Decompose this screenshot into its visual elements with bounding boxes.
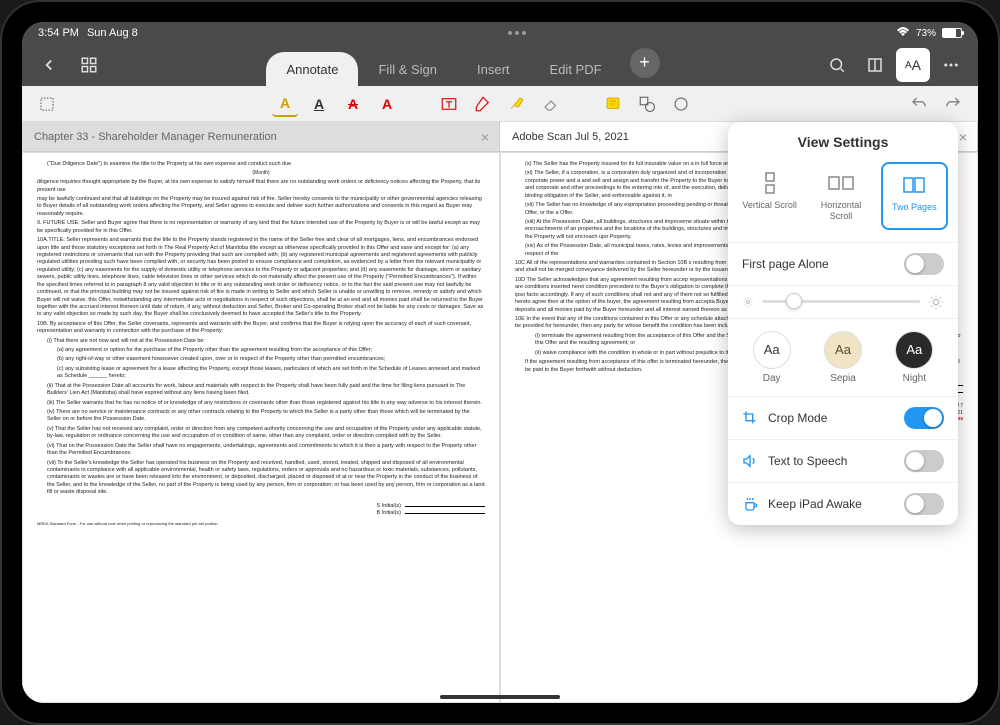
page-left[interactable]: ("Due Diligence Date") to examine the ti…	[22, 152, 500, 703]
bookmark-icon[interactable]	[858, 48, 892, 82]
textbox-icon[interactable]	[436, 91, 462, 117]
status-date: Sun Aug 8	[87, 27, 138, 39]
brightness-low-icon	[742, 296, 754, 308]
shape-icon[interactable]	[634, 91, 660, 117]
doc-tab-right-label: Adobe Scan Jul 5, 2021	[512, 131, 629, 143]
tab-fillsign[interactable]: Fill & Sign	[358, 52, 457, 87]
pen-icon[interactable]	[470, 91, 496, 117]
first-page-alone-label: First page Alone	[742, 257, 829, 271]
two-pages-option[interactable]: Two Pages	[881, 162, 948, 230]
theme-day[interactable]: Aa Day	[753, 331, 791, 384]
tab-insert[interactable]: Insert	[457, 52, 530, 87]
crop-mode-label: Crop Mode	[768, 411, 827, 425]
home-indicator[interactable]	[440, 695, 560, 699]
crop-mode-toggle[interactable]	[904, 407, 944, 429]
more-icon[interactable]	[934, 48, 968, 82]
squiggly-text-icon[interactable]: A	[374, 91, 400, 117]
tab-annotate[interactable]: Annotate	[266, 52, 358, 87]
wifi-icon	[896, 27, 910, 40]
doc-tab-left[interactable]: Chapter 33 - Shareholder Manager Remuner…	[22, 122, 500, 151]
theme-night[interactable]: Aa Night	[895, 331, 933, 384]
app-bar: Annotate Fill & Sign Insert Edit PDF + A…	[22, 44, 978, 86]
brightness-slider[interactable]	[762, 300, 920, 303]
vertical-scroll-option[interactable]: Vertical Scroll	[738, 162, 801, 230]
close-icon[interactable]: ×	[481, 129, 489, 145]
speaker-icon	[742, 453, 758, 469]
add-tab-button[interactable]: +	[630, 48, 660, 78]
underline-text-icon[interactable]: A	[306, 91, 332, 117]
search-icon[interactable]	[820, 48, 854, 82]
selection-icon[interactable]	[34, 91, 60, 117]
battery-percent: 73%	[916, 28, 936, 39]
coffee-icon	[742, 496, 758, 512]
horizontal-scroll-option[interactable]: Horizontal Scroll	[809, 162, 872, 230]
text-size-button[interactable]: AA	[896, 48, 930, 82]
doc-tab-left-label: Chapter 33 - Shareholder Manager Remuner…	[34, 131, 277, 143]
eraser-icon[interactable]	[538, 91, 564, 117]
circle-icon[interactable]	[668, 91, 694, 117]
highlight-text-icon[interactable]: A	[272, 91, 298, 117]
crop-icon	[742, 410, 758, 426]
highlighter-icon[interactable]	[504, 91, 530, 117]
status-time: 3:54 PM	[38, 27, 79, 39]
theme-sepia[interactable]: Aa Sepia	[824, 331, 862, 384]
tts-toggle[interactable]	[904, 450, 944, 472]
brightness-high-icon	[928, 294, 944, 310]
redo-icon[interactable]	[940, 91, 966, 117]
keep-awake-label: Keep iPad Awake	[768, 497, 862, 511]
back-button[interactable]	[32, 48, 66, 82]
annotate-toolbar: A A A A	[22, 86, 978, 122]
multitasking-dots[interactable]	[508, 31, 526, 35]
note-icon[interactable]	[600, 91, 626, 117]
tab-editpdf[interactable]: Edit PDF	[530, 52, 622, 87]
battery-icon	[942, 28, 962, 38]
grid-icon[interactable]	[72, 48, 106, 82]
status-bar: 3:54 PM Sun Aug 8 73%	[22, 22, 978, 44]
close-icon[interactable]: ×	[959, 129, 967, 145]
keep-awake-toggle[interactable]	[904, 493, 944, 515]
tts-label: Text to Speech	[768, 454, 847, 468]
first-page-alone-toggle[interactable]	[904, 253, 944, 275]
strikethrough-text-icon[interactable]: A	[340, 91, 366, 117]
settings-title: View Settings	[728, 122, 958, 162]
view-settings-panel: View Settings Vertical Scroll Horizontal…	[728, 122, 958, 525]
undo-icon[interactable]	[906, 91, 932, 117]
